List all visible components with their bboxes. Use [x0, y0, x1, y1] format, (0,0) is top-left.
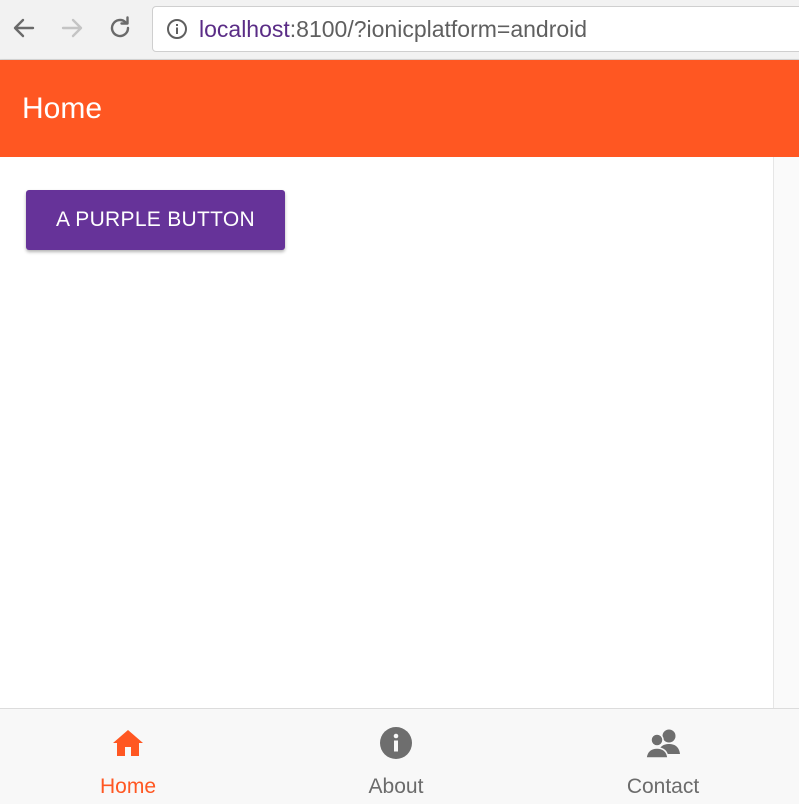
info-icon: [378, 725, 414, 761]
info-circle-icon[interactable]: [165, 17, 189, 41]
back-button[interactable]: [10, 14, 38, 42]
home-icon: [110, 725, 146, 761]
tab-about[interactable]: About: [296, 709, 496, 805]
tab-label: About: [368, 775, 424, 798]
contacts-icon: [645, 725, 681, 761]
browser-toolbar: localhost:8100/?ionicplatform=android: [0, 0, 799, 60]
scrollbar[interactable]: [773, 157, 799, 708]
main-content: A PURPLE BUTTON: [0, 157, 773, 708]
reload-icon: [110, 16, 130, 38]
tab-bar: Home About Contact: [0, 708, 799, 804]
tab-home[interactable]: Home: [28, 709, 228, 805]
tab-contact[interactable]: Contact: [563, 709, 763, 805]
forward-button[interactable]: [58, 14, 86, 42]
url-path: :8100/?ionicplatform=android: [289, 15, 588, 42]
tab-label: Home: [99, 775, 157, 798]
arrow-left-icon: [13, 18, 35, 38]
url-host: localhost: [199, 15, 290, 42]
address-bar[interactable]: localhost:8100/?ionicplatform=android: [152, 6, 799, 52]
url-text[interactable]: localhost:8100/?ionicplatform=android: [199, 16, 587, 43]
tab-label: Contact: [626, 775, 700, 798]
reload-button[interactable]: [106, 14, 134, 42]
app-header: Home: [0, 60, 799, 157]
arrow-right-icon: [61, 18, 83, 38]
purple-button[interactable]: A PURPLE BUTTON: [26, 190, 285, 250]
page-title: Home: [22, 91, 103, 125]
